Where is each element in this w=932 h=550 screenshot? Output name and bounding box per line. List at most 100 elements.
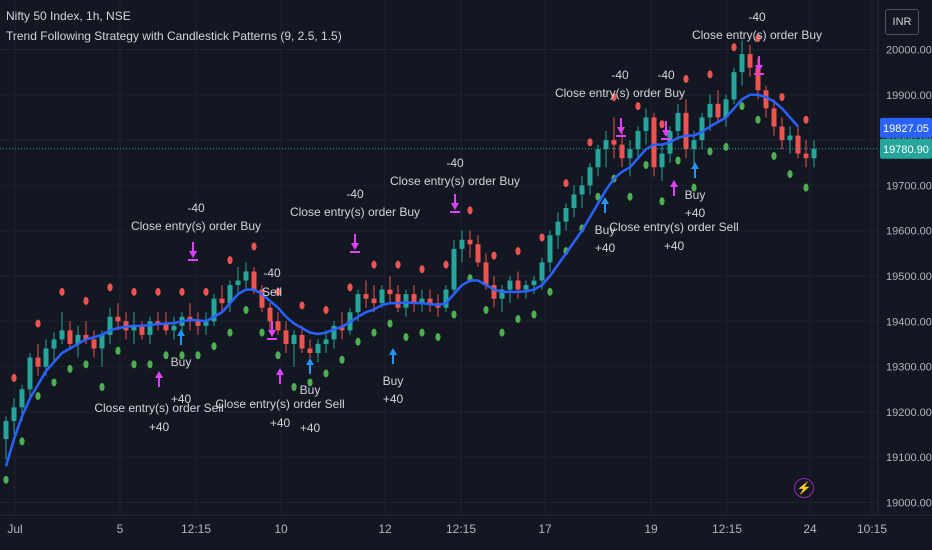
stop-dot-red — [35, 319, 41, 328]
stop-dot-green — [147, 360, 153, 369]
signal-arrow-head — [351, 243, 359, 250]
candle-body — [115, 316, 121, 322]
stop-dot-green — [227, 328, 233, 337]
stop-dot-red — [659, 120, 665, 129]
currency-button[interactable]: INR — [885, 9, 919, 35]
price-chart[interactable]: -40 Close entry(s) order Buy -40 Close entr… — [0, 0, 932, 550]
candle-body — [395, 294, 401, 308]
candle-body — [19, 389, 25, 408]
candle-body — [539, 262, 545, 281]
candle-body — [691, 140, 697, 150]
candle-body — [147, 321, 153, 335]
grid-lines — [0, 0, 878, 515]
stop-dot-green — [659, 197, 665, 206]
stop-dot-green — [771, 151, 777, 160]
candle-body — [595, 149, 601, 168]
stop-dot-green — [531, 310, 537, 319]
stop-dot-red — [323, 305, 329, 314]
stop-dot-red — [347, 283, 353, 292]
stop-dot-green — [131, 360, 137, 369]
label-plus40: +40 — [664, 239, 685, 253]
stop-dot-red — [707, 70, 713, 79]
label-close-buy: Close entry(s) order Buy — [692, 28, 822, 42]
candle-body — [491, 285, 497, 299]
candle-body — [651, 117, 657, 168]
candle-body — [403, 294, 409, 308]
candle-body — [515, 280, 521, 290]
stop-dot-green — [67, 364, 73, 373]
label-sell: Sell — [262, 285, 282, 299]
candle-body — [603, 140, 609, 150]
candle-body — [275, 321, 281, 331]
stop-dot-green — [419, 328, 425, 337]
stop-dot-green — [675, 156, 681, 165]
stop-dot-green — [803, 183, 809, 192]
candle-body — [619, 144, 625, 159]
candle-body — [811, 148, 817, 159]
stop-dot-green — [259, 328, 265, 337]
candle-body — [683, 112, 689, 150]
candle-body — [771, 108, 777, 127]
y-tick-label: 19500.00 — [886, 271, 932, 283]
x-tick-label: Jul — [7, 522, 22, 536]
label-minus40: -40 — [657, 68, 675, 82]
stop-dot-green — [355, 337, 361, 346]
price-label: 19827.05 — [883, 123, 929, 135]
stop-dot-green — [163, 351, 169, 360]
study-title[interactable]: Trend Following Strategy with Candlestic… — [6, 26, 342, 46]
candle-body — [555, 221, 561, 236]
candle-body — [739, 54, 745, 73]
candle-body — [315, 343, 321, 354]
candle-body — [379, 289, 385, 304]
lightning-icon[interactable]: ⚡ — [794, 478, 814, 498]
candle-body — [779, 126, 785, 141]
stop-dot-red — [59, 287, 65, 296]
stop-dot-red — [443, 260, 449, 269]
candle-body — [3, 420, 9, 440]
candle-body — [443, 289, 449, 308]
x-tick-label: 12:15 — [181, 522, 211, 536]
stop-dot-red — [251, 242, 257, 251]
label-plus40: +40 — [595, 241, 616, 255]
candle-body — [787, 135, 793, 141]
stop-dot-green — [115, 346, 121, 355]
label-plus40: +40 — [149, 420, 170, 434]
stop-dot-green — [35, 392, 41, 401]
label-minus40: -40 — [611, 68, 629, 82]
stop-dot-red — [731, 43, 737, 52]
symbol-title[interactable]: Nifty 50 Index, 1h, NSE — [6, 6, 342, 26]
stop-dot-green — [483, 305, 489, 314]
stop-dot-green — [211, 342, 217, 351]
stop-dot-red — [203, 287, 209, 296]
candle-body — [251, 271, 257, 290]
candle-body — [387, 289, 393, 295]
candle-body — [715, 103, 721, 118]
stop-dot-green — [755, 115, 761, 124]
candle-body — [611, 140, 617, 145]
stop-dot-red — [395, 260, 401, 269]
candle-body — [243, 271, 249, 281]
candle-body — [307, 348, 313, 354]
candle-body — [283, 330, 289, 344]
candle-body — [427, 298, 433, 304]
stop-dot-green — [99, 382, 105, 391]
candle-body — [747, 54, 753, 68]
candle-body — [643, 117, 649, 132]
label-buy: Buy — [383, 374, 404, 388]
stop-dot-green — [83, 360, 89, 369]
stop-dot-green — [195, 351, 201, 360]
chart-header: Nifty 50 Index, 1h, NSE Trend Following … — [6, 6, 342, 46]
signal-arrow-head — [451, 203, 459, 210]
label-close-sell: Close entry(s) order Sell — [215, 397, 344, 411]
candle-body — [299, 334, 305, 349]
candle-body — [195, 321, 201, 326]
stop-dot-red — [179, 287, 185, 296]
signal-arrow-head — [268, 330, 276, 337]
candle-body — [67, 330, 73, 344]
y-tick-label: 19400.00 — [886, 316, 932, 328]
candle-body — [59, 330, 65, 340]
candle-body — [467, 239, 473, 245]
x-tick-label: 12:15 — [446, 522, 476, 536]
label-minus40: -40 — [187, 201, 205, 215]
label-buy: Buy — [300, 383, 321, 397]
